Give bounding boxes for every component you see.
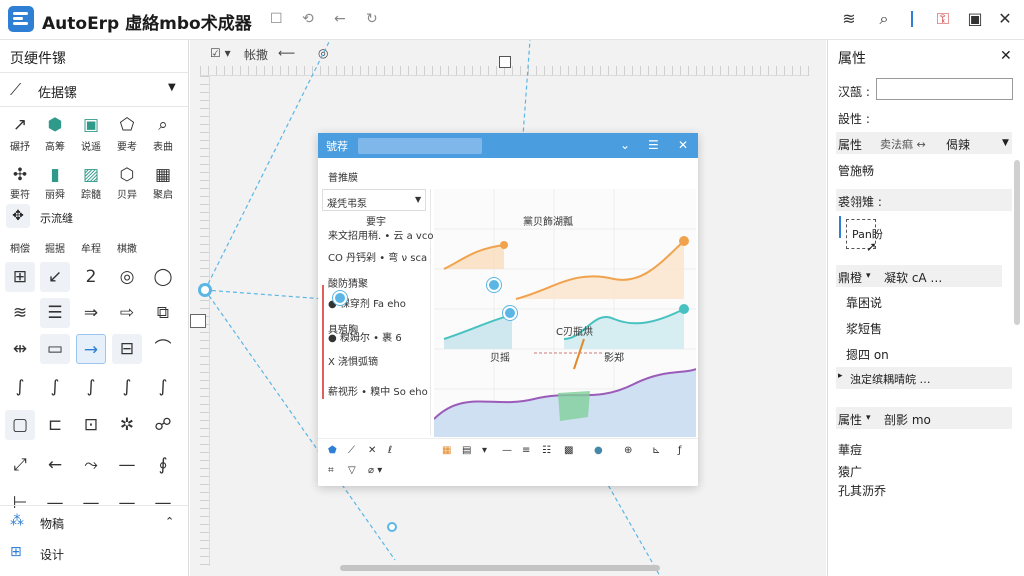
data-point	[679, 236, 689, 246]
bar-icon[interactable]: ⟋	[348, 445, 355, 456]
chart-type-icon[interactable]: ⊾	[652, 445, 660, 456]
list-item[interactable]: CO 丹钙剁 • 弯 ν sca	[328, 249, 427, 264]
script-icon[interactable]: ƒ	[678, 445, 682, 456]
horizontal-scrollbar[interactable]	[340, 565, 660, 571]
link-icon[interactable]: ℓ	[388, 445, 392, 456]
arrow-left-label: 贝摇	[490, 353, 510, 364]
data-point	[679, 304, 689, 314]
right-panel-item[interactable]: 浆短售	[846, 320, 882, 337]
minimize-icon[interactable]: ⌄	[620, 138, 630, 152]
align-icon[interactable]: ≡	[522, 445, 530, 456]
grid-icon[interactable]: ▩	[564, 445, 573, 456]
name-label: 汉瓿 :	[838, 85, 870, 99]
dropdown-icon[interactable]: ▾	[482, 445, 487, 456]
doc-icon[interactable]: ▤	[462, 445, 471, 456]
right-panel-item[interactable]: 靠困说	[846, 294, 882, 311]
group-label[interactable]: 鼎橙	[838, 269, 862, 286]
divider	[318, 438, 698, 439]
name-input[interactable]	[876, 78, 1013, 100]
chart-caption: 黨贝飾湖瓢	[523, 217, 573, 228]
footer-item: 孔其沥乔	[838, 484, 887, 498]
close-icon[interactable]: ✕	[1000, 48, 1012, 64]
property-label: 属性	[838, 138, 863, 152]
layers-icon[interactable]: ⌗	[328, 465, 334, 476]
expand-icon[interactable]: ▸	[838, 371, 843, 381]
dialog-subtitle: 普推膜	[328, 173, 358, 184]
list-item[interactable]: 来文招用稍. • 云 a vco	[328, 227, 433, 242]
dropdown[interactable]: 凝凭弔泵 ▼	[322, 189, 426, 211]
list-item[interactable]: ● 糗姆尔 • 裹 6	[328, 329, 402, 344]
right-panel-item[interactable]: 摁四 on	[846, 346, 889, 363]
group2-value[interactable]: 剖影 mo	[884, 411, 931, 428]
filter-icon[interactable]: ▽	[348, 465, 356, 476]
footer-item: 猿广	[838, 465, 863, 479]
shape-icon[interactable]: ⬟	[328, 445, 337, 456]
guide-line	[204, 39, 331, 291]
footer-item: 華痘	[838, 443, 863, 457]
handle[interactable]	[503, 306, 517, 320]
dropdown-arrow-icon: ▾	[866, 271, 871, 281]
cursor-bar	[839, 216, 841, 238]
green-shape	[558, 391, 590, 421]
group2-label[interactable]: 属性	[838, 411, 862, 428]
table-icon[interactable]: ▦	[442, 445, 451, 456]
arrow-right-label: 影郑	[604, 353, 624, 364]
globe-icon[interactable]: ⊕	[624, 445, 632, 456]
divider	[430, 189, 431, 435]
list-item[interactable]: X 浇惧弧镝	[328, 353, 378, 368]
list-item[interactable]: 要宇	[366, 213, 386, 228]
list-item[interactable]: 酸防猜聚	[328, 275, 368, 290]
vertical-scrollbar[interactable]	[1014, 160, 1020, 325]
section-label: 管施畅	[838, 164, 875, 178]
property-value[interactable]: 卖法痲 ↔	[880, 136, 926, 152]
right-panel-title: 属性	[838, 51, 866, 67]
dialog-tab-label[interactable]: 號荐	[326, 138, 348, 154]
list-item[interactable]: 薪视形 • 糗中 So eho	[328, 383, 428, 398]
list-accent	[322, 285, 324, 399]
dropdown-arrow-icon: ▾	[866, 413, 871, 423]
dot-icon[interactable]: ●	[594, 445, 603, 456]
chart-note: C刃瓶烘	[556, 327, 593, 338]
expand-label[interactable]: 浊定缤耦晴皖 …	[850, 371, 931, 387]
brush-icon[interactable]: ⌀ ▾	[368, 465, 382, 476]
cross-icon[interactable]: ✕	[368, 445, 376, 456]
dropdown-arrow-icon: ▼	[415, 195, 422, 204]
handle[interactable]	[198, 283, 212, 297]
group-value[interactable]: 凝软 cA …	[884, 269, 942, 286]
dash-icon[interactable]: —	[502, 445, 512, 456]
dialog-tab-field[interactable]	[358, 138, 482, 154]
handle[interactable]	[387, 522, 397, 532]
box-label: 裘翎雉 :	[838, 195, 882, 209]
handle[interactable]	[487, 278, 501, 292]
mouse-pointer-icon: ➚	[866, 240, 877, 255]
property-alt[interactable]: 偈辣	[946, 136, 970, 153]
status-label: 設性 :	[838, 112, 870, 126]
close-icon[interactable]: ✕	[678, 138, 688, 152]
handle[interactable]	[333, 291, 347, 305]
dialog-titlebar: 號荐 ⌄ ☰ ✕	[318, 133, 698, 158]
menu-icon[interactable]: ☰	[648, 138, 659, 152]
chevron-down-icon[interactable]: ▼	[1002, 138, 1009, 148]
list-icon[interactable]: ☷	[542, 445, 551, 456]
data-point	[500, 241, 508, 249]
